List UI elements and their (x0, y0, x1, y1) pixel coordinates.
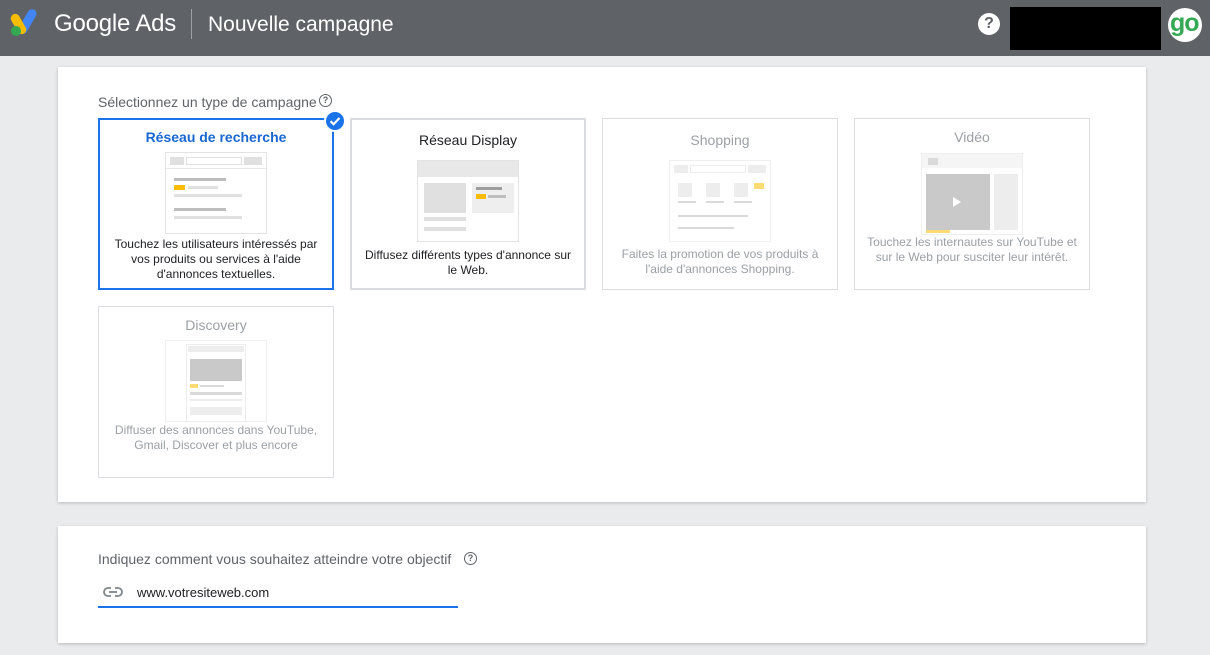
card-title: Réseau de recherche (145, 129, 287, 145)
campaign-card-video[interactable]: Vidéo Touchez les internautes sur YouTub… (854, 118, 1090, 290)
card-title: Shopping (690, 132, 750, 148)
card-title: Vidéo (954, 129, 990, 145)
card-description: Diffuser des annonces dans YouTube, Gmai… (114, 423, 318, 452)
card-title: Réseau Display (418, 132, 518, 148)
brand-name: Google Ads (54, 10, 177, 37)
card-description: Faites la promotion de vos produits à l'… (621, 247, 819, 276)
avatar-text: go (1170, 9, 1200, 37)
card-title: Discovery (185, 317, 247, 333)
google-ads-logo-icon[interactable] (10, 9, 42, 37)
link-icon (103, 587, 123, 597)
url-input-underline (98, 606, 458, 608)
campaign-type-label: Sélectionnez un type de campagne (98, 94, 317, 110)
objective-panel: Indiquez comment vous souhaitez atteindr… (58, 526, 1146, 643)
card-description: Touchez les utilisateurs intéressés par … (114, 237, 318, 281)
campaign-card-shopping[interactable]: Shopping Faites la promotion de vos prod… (602, 118, 838, 290)
campaign-card-discovery[interactable]: Discovery Diffuser des annonces dans You… (98, 306, 334, 478)
discovery-illustration-icon (165, 340, 267, 422)
account-info-redacted[interactable] (1010, 7, 1161, 50)
header-divider (191, 9, 192, 39)
page-title: Nouvelle campagne (208, 13, 394, 36)
top-app-bar: Google Ads Nouvelle campagne ? go (0, 0, 1210, 56)
campaign-type-help-icon[interactable]: ? (319, 94, 332, 107)
campaign-card-display[interactable]: Réseau Display Diffusez différents types… (350, 118, 586, 290)
url-input[interactable] (137, 583, 437, 601)
objective-help-icon[interactable]: ? (464, 552, 477, 565)
campaign-type-panel: Sélectionnez un type de campagne ? Résea… (58, 67, 1146, 502)
shopping-illustration-icon (669, 160, 771, 242)
campaign-card-search[interactable]: Réseau de recherche Touchez les utilisat… (98, 110, 346, 290)
display-network-illustration-icon (417, 160, 519, 242)
objective-label: Indiquez comment vous souhaitez atteindr… (98, 551, 452, 567)
search-network-illustration-icon (165, 152, 267, 234)
avatar[interactable]: go (1168, 8, 1202, 42)
help-icon[interactable]: ? (978, 13, 1000, 35)
card-description: Touchez les internautes sur YouTube et s… (867, 235, 1077, 264)
card-description: Diffusez différents types d'annonce sur … (365, 248, 571, 277)
video-illustration-icon (921, 153, 1023, 235)
